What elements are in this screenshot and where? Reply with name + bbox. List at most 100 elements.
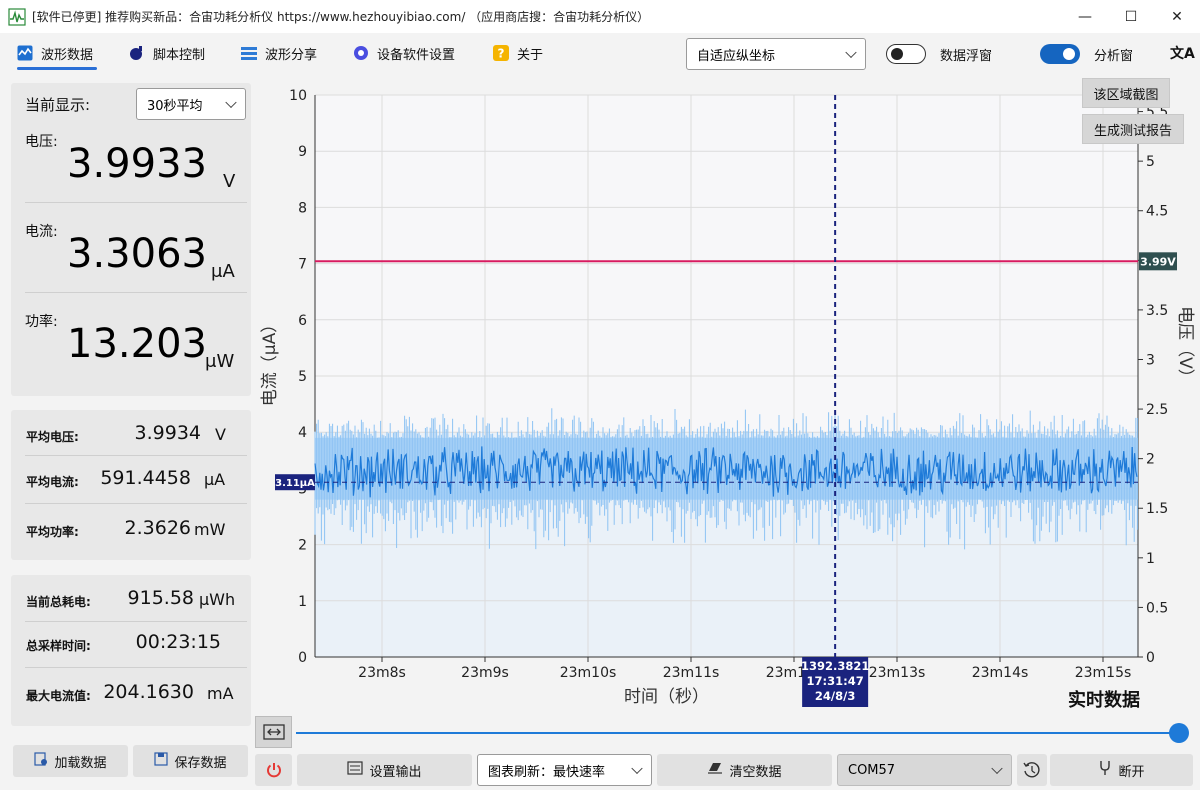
svg-text:?: ? <box>498 47 505 61</box>
x-tick-label: 23m15s <box>1075 665 1132 681</box>
load-data-button[interactable]: 加载数据 <box>13 745 128 777</box>
y-tick-label: 10 <box>289 88 307 104</box>
voltage-unit: V <box>223 171 236 192</box>
current-display-label: 当前显示: <box>25 96 91 114</box>
generate-report-button[interactable]: 生成测试报告 <box>1082 114 1184 144</box>
window-title: [软件已停更] 推荐购买新品：合宙功耗分析仪 https://www.hezho… <box>32 10 650 24</box>
time-slider-track[interactable] <box>296 732 1180 734</box>
y2-tick-label: 0 <box>1146 650 1155 666</box>
current-unit: μA <box>211 261 235 282</box>
power-unit: μW <box>205 351 235 372</box>
avg-voltage-value: 3.9934 <box>134 422 201 444</box>
nav-bar: 波形数据 脚本控制 波形分享 设备软件设置 ? 关于 自适应纵坐标 数据浮窗 分… <box>0 33 1200 73</box>
close-button[interactable]: ✕ <box>1154 0 1200 33</box>
tab-script-control[interactable]: 脚本控制 <box>129 33 205 73</box>
disconnect-button[interactable]: 断开 <box>1050 754 1193 786</box>
power-value: 13.203 <box>67 321 207 367</box>
gear-icon <box>353 45 369 61</box>
y-tick-label: 5 <box>298 369 307 385</box>
active-tab-indicator <box>17 67 97 70</box>
cursor-label-text: 24/8/3 <box>815 689 855 703</box>
analysis-window-label: 分析窗 <box>1094 49 1134 64</box>
avg-current-value: 591.4458 <box>100 467 191 489</box>
y2-tick-label: 4.5 <box>1146 204 1168 220</box>
current-value: 3.3063 <box>67 231 207 277</box>
tab-device-settings[interactable]: 设备软件设置 <box>353 33 455 73</box>
tab-waveform-share[interactable]: 波形分享 <box>241 33 317 73</box>
settings-output-icon <box>347 761 364 779</box>
float-window-label: 数据浮窗 <box>940 49 993 64</box>
avg-current-unit: μA <box>204 470 226 489</box>
realtime-label: 实时数据 <box>1068 690 1140 711</box>
avg-voltage-unit: V <box>215 425 226 444</box>
chevron-down-icon <box>225 96 237 109</box>
y-tick-label: 8 <box>298 200 307 216</box>
save-icon <box>154 752 169 770</box>
avg-voltage-label: 平均电压: <box>26 430 79 444</box>
y2-tick-label: 0.5 <box>1146 600 1168 616</box>
y-tick-label: 9 <box>298 144 307 160</box>
x-axis-label: 时间（秒） <box>624 687 709 707</box>
x-tick-label: 23m14s <box>972 665 1029 681</box>
y2-tick-label: 2 <box>1146 452 1155 468</box>
y2-axis-label: 电压（V） <box>1175 306 1195 386</box>
script-icon <box>129 45 145 61</box>
power-icon <box>266 763 281 778</box>
tab-about[interactable]: ? 关于 <box>493 33 543 73</box>
cursor-label-text: 17:31:47 <box>807 674 864 688</box>
power-button[interactable] <box>255 754 292 786</box>
waveform-chart[interactable]: 01234567891000.511.522.533.544.555.523m8… <box>255 80 1200 720</box>
current-marker-label: 3.11μA <box>275 478 315 489</box>
refresh-ports-button[interactable] <box>1017 754 1047 786</box>
x-tick-label: 23m11s <box>663 665 720 681</box>
current-label: 电流: <box>25 224 58 240</box>
display-mode-select[interactable]: 30秒平均 <box>136 88 246 120</box>
voltage-label: 电压: <box>25 134 58 150</box>
avg-power-label: 平均功率: <box>26 525 79 539</box>
float-window-toggle[interactable] <box>886 44 926 64</box>
x-tick-label: 23m8s <box>358 665 406 681</box>
y2-tick-label: 1 <box>1146 551 1155 567</box>
maximize-button[interactable]: ☐ <box>1108 0 1154 33</box>
y2-tick-label: 5 <box>1146 154 1155 170</box>
y-tick-label: 1 <box>298 594 307 610</box>
serial-port-select[interactable]: COM57 <box>837 754 1012 786</box>
x-tick-label: 23m13s <box>869 665 926 681</box>
question-icon: ? <box>493 45 509 61</box>
eraser-icon <box>707 761 723 779</box>
save-data-button[interactable]: 保存数据 <box>133 745 248 777</box>
y2-tick-label: 3.5 <box>1146 303 1168 319</box>
voltage-marker-label: 3.99V <box>1140 255 1176 268</box>
total-energy-value: 915.58 <box>127 587 194 609</box>
minimize-button[interactable]: — <box>1062 0 1108 33</box>
sample-time-value: 00:23:15 <box>135 631 221 653</box>
waveform-icon <box>17 45 33 61</box>
plug-icon <box>1098 760 1112 780</box>
y-tick-label: 7 <box>298 257 307 273</box>
clear-data-button[interactable]: 清空数据 <box>657 754 832 786</box>
axis-mode-select[interactable]: 自适应纵坐标 <box>686 38 866 70</box>
totals-panel: 当前总耗电: 915.58 μWh 总采样时间: 00:23:15 最大电流值:… <box>11 575 251 726</box>
chart-refresh-select[interactable]: 图表刷新：最快速率 <box>477 754 652 786</box>
y2-tick-label: 1.5 <box>1146 501 1168 517</box>
sample-time-label: 总采样时间: <box>26 639 91 653</box>
power-label: 功率: <box>25 314 58 330</box>
chevron-down-icon <box>991 762 1003 775</box>
output-settings-button[interactable]: 设置输出 <box>297 754 472 786</box>
y-tick-label: 6 <box>298 313 307 329</box>
max-current-label: 最大电流值: <box>26 689 91 703</box>
fit-width-button[interactable] <box>255 716 292 748</box>
language-icon[interactable]: 文A <box>1170 43 1195 63</box>
y2-tick-label: 3 <box>1146 352 1155 368</box>
y2-tick-label: 2.5 <box>1146 402 1168 418</box>
avg-power-value: 2.3626 <box>124 517 191 539</box>
y-axis-label: 电流（μA） <box>260 316 280 406</box>
total-energy-unit: μWh <box>199 590 236 609</box>
analysis-window-toggle[interactable] <box>1040 44 1080 64</box>
time-slider-thumb[interactable] <box>1169 723 1189 743</box>
waveform-chart-svg[interactable]: 01234567891000.511.522.533.544.555.523m8… <box>255 80 1200 720</box>
max-current-value: 204.1630 <box>103 681 194 703</box>
chevron-down-icon <box>845 46 857 59</box>
region-screenshot-button[interactable]: 该区域截图 <box>1082 78 1170 108</box>
averages-panel: 平均电压: 3.9934 V 平均电流: 591.4458 μA 平均功率: 2… <box>11 410 251 560</box>
